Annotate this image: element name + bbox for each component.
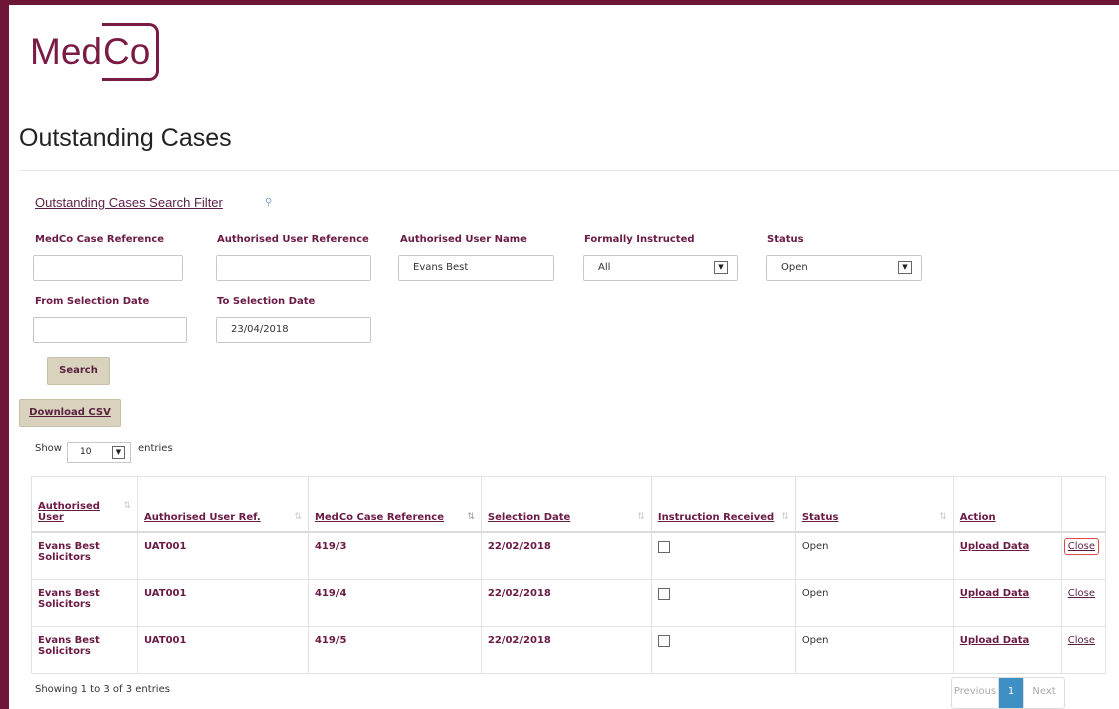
from-selection-date-input[interactable] xyxy=(33,317,187,343)
instruction-received-checkbox[interactable] xyxy=(657,587,670,600)
upload-data-link[interactable]: Upload Data xyxy=(960,588,1030,599)
formally-instructed-value: All xyxy=(598,262,611,273)
cell-action: Upload Data xyxy=(952,625,1062,674)
cell-authorised-user: Evans Best Solicitors xyxy=(31,531,138,580)
column-header-authorised-user-ref[interactable]: ⇅ Authorised User Ref. xyxy=(136,476,309,533)
cell-selection-date: 22/02/2018 xyxy=(480,578,652,627)
table-row: Evans Best Solicitors UAT001 419/3 22/02… xyxy=(31,531,1107,580)
cell-medco-case-reference: 419/3 xyxy=(307,531,482,580)
cell-medco-case-reference: 419/4 xyxy=(307,578,482,627)
table-row: Evans Best Solicitors UAT001 419/4 22/02… xyxy=(31,578,1107,627)
search-filter-toggle-link[interactable]: Outstanding Cases Search Filter xyxy=(35,195,223,210)
close-link[interactable]: Close xyxy=(1068,541,1095,552)
cell-action: Upload Data xyxy=(952,531,1062,580)
cell-selection-date: 22/02/2018 xyxy=(480,531,652,580)
cell-authorised-user: Evans Best Solicitors xyxy=(31,578,138,627)
page-title: Outstanding Cases xyxy=(19,124,232,152)
instruction-received-checkbox[interactable] xyxy=(657,541,670,553)
sort-icon: ⇅ xyxy=(637,512,645,522)
page-size-value: 10 xyxy=(80,447,92,457)
cell-close: Close xyxy=(1060,531,1107,580)
table-header-row: ⇅ Authorised User ⇅ Authorised User Ref. ⇅… xyxy=(31,476,1107,533)
show-label: Show xyxy=(35,443,62,454)
column-header-close xyxy=(1060,476,1107,533)
cell-authorised-user: Evans Best Solicitors xyxy=(31,625,138,674)
sort-icon: ⇅ xyxy=(123,501,131,511)
chevron-down-icon: ▼ xyxy=(898,261,912,274)
cell-selection-date: 22/02/2018 xyxy=(480,625,652,674)
cell-instruction-received xyxy=(650,625,796,674)
cell-authorised-user-ref: UAT001 xyxy=(136,531,309,580)
authorised-user-reference-label: Authorised User Reference xyxy=(217,234,369,245)
from-selection-date-label: From Selection Date xyxy=(35,296,150,307)
status-value: Open xyxy=(781,262,808,273)
medco-case-reference-input[interactable] xyxy=(33,255,183,281)
sort-icon: ⇅ xyxy=(939,512,947,522)
page-1-button[interactable]: 1 xyxy=(999,678,1023,708)
to-selection-date-input[interactable]: 23/04/2018 xyxy=(216,317,371,343)
cell-medco-case-reference: 419/5 xyxy=(307,625,482,674)
formally-instructed-select[interactable]: All ▼ xyxy=(583,255,738,281)
previous-page-button[interactable]: Previous xyxy=(952,678,999,708)
medco-case-reference-label: MedCo Case Reference xyxy=(35,234,165,245)
search-button[interactable]: Search xyxy=(47,357,110,385)
sort-icon: ⇅ xyxy=(294,512,302,522)
divider xyxy=(19,170,1119,171)
column-header-status[interactable]: ⇅ Status xyxy=(794,476,954,533)
sort-ascending-icon: ⇅ xyxy=(467,512,475,522)
close-link-focus: Close xyxy=(1063,538,1099,555)
column-header-authorised-user[interactable]: ⇅ Authorised User xyxy=(31,476,138,533)
outstanding-cases-table: ⇅ Authorised User ⇅ Authorised User Ref. ⇅… xyxy=(31,476,1107,674)
authorised-user-reference-input[interactable] xyxy=(216,255,371,281)
cell-status: Open xyxy=(794,531,954,580)
column-header-action[interactable]: Action xyxy=(952,476,1062,533)
column-header-selection-date[interactable]: ⇅ Selection Date xyxy=(480,476,652,533)
status-label: Status xyxy=(767,234,804,245)
cell-authorised-user-ref: UAT001 xyxy=(136,578,309,627)
medco-logo[interactable]: MedCo xyxy=(30,22,160,82)
column-header-medco-case-reference[interactable]: ⇅ MedCo Case Reference xyxy=(307,476,482,533)
upload-data-link[interactable]: Upload Data xyxy=(960,541,1030,552)
download-csv-button[interactable]: Download CSV xyxy=(19,399,121,427)
help-icon[interactable]: ⚲ xyxy=(265,197,272,208)
chevron-down-icon: ▼ xyxy=(714,261,728,274)
chevron-down-icon: ▼ xyxy=(112,446,125,459)
close-link[interactable]: Close xyxy=(1068,635,1095,646)
cell-status: Open xyxy=(794,578,954,627)
upload-data-link[interactable]: Upload Data xyxy=(960,635,1030,646)
entries-label: entries xyxy=(138,443,173,454)
authorised-user-name-label: Authorised User Name xyxy=(400,234,527,245)
table-row: Evans Best Solicitors UAT001 419/5 22/02… xyxy=(31,625,1107,674)
window-left-border xyxy=(0,0,9,709)
cell-instruction-received xyxy=(650,578,796,627)
column-header-instruction-received[interactable]: ⇅ Instruction Received xyxy=(650,476,796,533)
cell-authorised-user-ref: UAT001 xyxy=(136,625,309,674)
next-page-button[interactable]: Next xyxy=(1023,678,1064,708)
cell-status: Open xyxy=(794,625,954,674)
instruction-received-checkbox[interactable] xyxy=(657,634,670,647)
window-top-border xyxy=(0,0,1119,5)
pagination: Previous 1 Next xyxy=(951,677,1065,709)
cell-close: Close xyxy=(1060,578,1107,627)
cell-action: Upload Data xyxy=(952,578,1062,627)
to-selection-date-label: To Selection Date xyxy=(217,296,316,307)
status-select[interactable]: Open ▼ xyxy=(766,255,922,281)
sort-icon: ⇅ xyxy=(781,512,789,522)
cell-close: Close xyxy=(1060,625,1107,674)
cell-instruction-received xyxy=(650,531,796,580)
close-link[interactable]: Close xyxy=(1068,588,1095,599)
page-size-select[interactable]: 10 ▼ xyxy=(67,442,131,463)
authorised-user-name-input[interactable]: Evans Best xyxy=(398,255,554,281)
table-info: Showing 1 to 3 of 3 entries xyxy=(35,684,170,695)
formally-instructed-label: Formally Instructed xyxy=(584,234,695,245)
